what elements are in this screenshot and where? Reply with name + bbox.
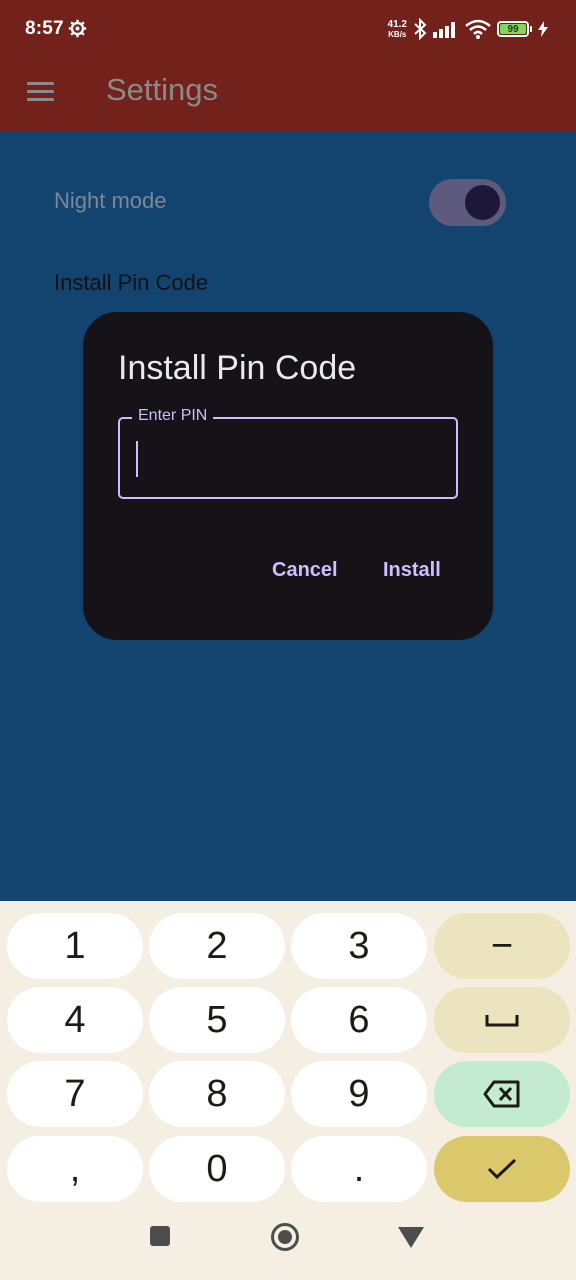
battery-cap: [530, 26, 532, 32]
recents-icon[interactable]: [150, 1226, 170, 1246]
status-icons: 41.2 KB/s 99: [388, 16, 548, 42]
backspace-icon: [483, 1080, 521, 1108]
pin-input[interactable]: [134, 435, 434, 479]
pin-field[interactable]: Enter PIN: [118, 407, 458, 499]
network-speed: 41.2 KB/s: [387, 18, 407, 39]
key-8[interactable]: 8: [149, 1061, 285, 1127]
home-icon[interactable]: [271, 1223, 299, 1251]
wifi-icon: [465, 19, 491, 39]
back-icon[interactable]: [398, 1227, 424, 1248]
numeric-keyboard: 1 2 3− 4 5 6 7 8 9, 0.: [0, 901, 576, 1280]
checkmark-icon: [487, 1158, 517, 1180]
install-pin-dialog: Install Pin Code Enter PIN Cancel Instal…: [83, 312, 493, 640]
navigation-bar: [0, 1208, 576, 1280]
bluetooth-icon: [414, 18, 427, 40]
app-bar: Settings: [0, 58, 576, 132]
signal-icon: [433, 22, 455, 38]
night-mode-label: Night mode: [54, 188, 167, 213]
cancel-button[interactable]: Cancel: [260, 548, 350, 592]
status-time: 8:57: [25, 18, 64, 39]
key-3[interactable]: 3: [291, 913, 427, 979]
key-space[interactable]: [434, 987, 570, 1053]
key-0[interactable]: 0: [149, 1136, 285, 1202]
key-6[interactable]: 6: [291, 987, 427, 1053]
key-7[interactable]: 7: [7, 1061, 143, 1127]
install-button[interactable]: Install: [371, 548, 453, 592]
charging-icon: [538, 21, 548, 37]
key-9[interactable]: 9: [291, 1061, 427, 1127]
page-title: Settings: [106, 72, 219, 107]
menu-icon[interactable]: [26, 80, 56, 110]
network-speed-value: 41.2: [387, 18, 407, 30]
key-period[interactable]: .: [291, 1136, 427, 1202]
status-bar: 8:57 41.2 KB/s 99: [0, 0, 576, 58]
key-5[interactable]: 5: [149, 987, 285, 1053]
night-mode-toggle[interactable]: [429, 179, 506, 226]
dialog-title: Install Pin Code: [118, 349, 357, 387]
key-2[interactable]: 2: [149, 913, 285, 979]
network-speed-unit: KB/s: [388, 29, 407, 39]
key-checkmark[interactable]: [434, 1136, 570, 1202]
install-pin-code-item[interactable]: Install Pin Code: [54, 270, 208, 296]
battery-level: 99: [507, 23, 519, 35]
key-backspace[interactable]: [434, 1061, 570, 1127]
toggle-thumb: [465, 185, 500, 220]
battery-icon: 99: [497, 21, 529, 37]
pin-field-label: Enter PIN: [132, 407, 214, 425]
key-minus[interactable]: −: [434, 913, 570, 979]
key-4[interactable]: 4: [7, 987, 143, 1053]
key-1[interactable]: 1: [7, 913, 143, 979]
space-icon: [485, 1013, 519, 1027]
key-comma[interactable]: ,: [7, 1136, 143, 1202]
text-cursor: [136, 441, 138, 477]
settings-gear-icon: [68, 19, 87, 38]
